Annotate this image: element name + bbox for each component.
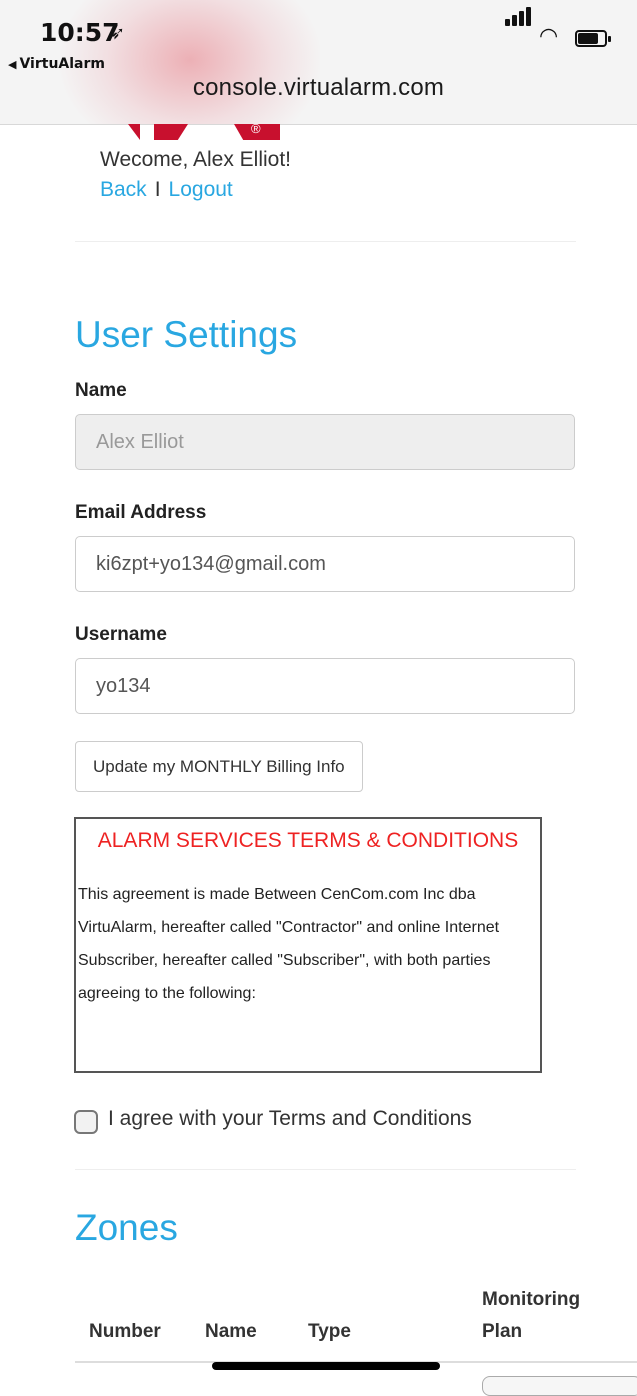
home-indicator[interactable] xyxy=(212,1362,440,1370)
address-bar-url[interactable]: console.virtualarm.com xyxy=(0,74,637,102)
name-field xyxy=(75,414,575,470)
battery-icon xyxy=(575,30,611,47)
terms-title: ALARM SERVICES TERMS & CONDITIONS xyxy=(97,829,519,852)
back-to-app-button[interactable]: ◀ VirtuAlarm xyxy=(8,56,105,72)
zones-title: Zones xyxy=(75,1207,178,1248)
header-links: Back I Logout xyxy=(100,178,233,202)
username-field[interactable] xyxy=(75,658,575,714)
status-icons: ◠ xyxy=(505,7,615,52)
column-header-name: Name xyxy=(205,1321,257,1342)
back-app-label: VirtuAlarm xyxy=(19,56,105,72)
location-arrow-icon: ➶ xyxy=(110,23,126,43)
divider xyxy=(75,1169,576,1170)
back-link[interactable]: Back xyxy=(100,178,147,201)
update-billing-button[interactable]: Update my MONTHLY Billing Info xyxy=(75,741,363,792)
logout-link[interactable]: Logout xyxy=(169,178,233,201)
link-separator: I xyxy=(154,178,161,201)
back-triangle-icon: ◀ xyxy=(8,58,17,71)
username-label: Username xyxy=(75,624,167,645)
email-label: Email Address xyxy=(75,502,207,523)
column-header-monitoring-plan: Monitoring Plan xyxy=(482,1289,581,1342)
column-header-type: Type xyxy=(308,1321,351,1342)
name-label: Name xyxy=(75,380,127,401)
welcome-message: Wecome, Alex Elliot! xyxy=(100,148,292,171)
agree-label[interactable]: I agree with your Terms and Conditions xyxy=(108,1107,472,1131)
status-time: 10:57 xyxy=(40,18,120,47)
email-field[interactable] xyxy=(75,536,575,592)
monitoring-plan-select[interactable] xyxy=(482,1376,637,1396)
divider xyxy=(75,241,576,242)
terms-text: This agreement is made Between CenCom.co… xyxy=(78,886,500,1002)
terms-box[interactable]: ALARM SERVICES TERMS & CONDITIONS This a… xyxy=(74,817,542,1073)
agree-checkbox[interactable] xyxy=(74,1110,98,1134)
browser-chrome: 10:57 ➶ ◀ VirtuAlarm ◠ console.virtualarm… xyxy=(0,0,637,125)
column-header-number: Number xyxy=(89,1321,161,1342)
virtualarm-logo: ® xyxy=(128,124,288,140)
wifi-icon: ◠ xyxy=(539,23,559,48)
user-settings-title: User Settings xyxy=(75,314,298,355)
